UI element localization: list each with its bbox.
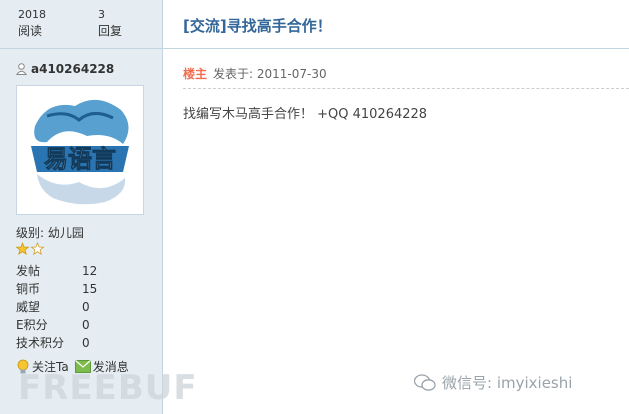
replies-stat: 3 回复: [80, 0, 160, 48]
post-area: [交流]寻找高手合作！ 楼主 发表于: 2011-07-30 找编写木马高手合作！…: [163, 0, 629, 414]
info-row: 威望 0: [16, 298, 136, 316]
post-content: 找编写木马高手合作！ +QQ 410264228: [183, 107, 428, 122]
info-value: 0: [82, 318, 90, 332]
info-value: 0: [82, 300, 90, 314]
post-stats: 2018 阅读 3 回复: [0, 0, 162, 49]
info-row: 铜币 15: [16, 280, 136, 298]
info-row: 技术积分 0: [16, 334, 136, 352]
info-value: 12: [82, 264, 98, 278]
info-row: 发帖 12: [16, 262, 136, 280]
divider: [183, 88, 629, 89]
user-icon: [16, 63, 27, 75]
info-key: 铜币: [16, 282, 41, 296]
star-outline-icon: [30, 242, 45, 256]
views-count: 2018: [18, 8, 46, 21]
user-level: 级别: 幼儿园: [16, 226, 84, 240]
username-link[interactable]: a410264228: [16, 62, 114, 76]
wechat-icon: [414, 373, 436, 391]
views-stat: 2018 阅读: [0, 0, 80, 48]
replies-label: 回复: [98, 24, 123, 38]
info-value: 0: [82, 336, 90, 350]
info-key: 威望: [16, 300, 41, 314]
wechat-watermark: 微信号: imyixieshi: [414, 372, 572, 393]
watermark-logo: FREEBUF: [18, 368, 198, 408]
info-key: E积分: [16, 318, 48, 332]
username: a410264228: [31, 62, 115, 76]
post-title[interactable]: [交流]寻找高手合作！: [183, 15, 332, 36]
avatar[interactable]: 易语言: [16, 85, 144, 215]
user-info: 发帖 12 铜币 15 威望 0 E积分 0 技术积分 0: [16, 262, 136, 352]
post-date: 发表于: 2011-07-30: [213, 67, 327, 81]
replies-count: 3: [98, 8, 105, 21]
avatar-logo-text: 易语言: [44, 145, 116, 173]
info-value: 15: [82, 282, 98, 296]
level-stars: [15, 242, 46, 259]
post-meta: 楼主 发表于: 2011-07-30: [183, 65, 327, 82]
views-label: 阅读: [18, 24, 43, 38]
wechat-id: 微信号: imyixieshi: [442, 374, 573, 392]
info-key: 技术积分: [16, 336, 65, 350]
avatar-image: 易语言: [17, 86, 143, 214]
info-key: 发帖: [16, 264, 41, 278]
info-row: E积分 0: [16, 316, 136, 334]
op-badge: 楼主: [183, 67, 208, 81]
star-icon: [15, 242, 30, 256]
user-sidebar: 2018 阅读 3 回复 a410264228 易语言 级别: 幼儿园 发帖 1…: [0, 0, 163, 414]
